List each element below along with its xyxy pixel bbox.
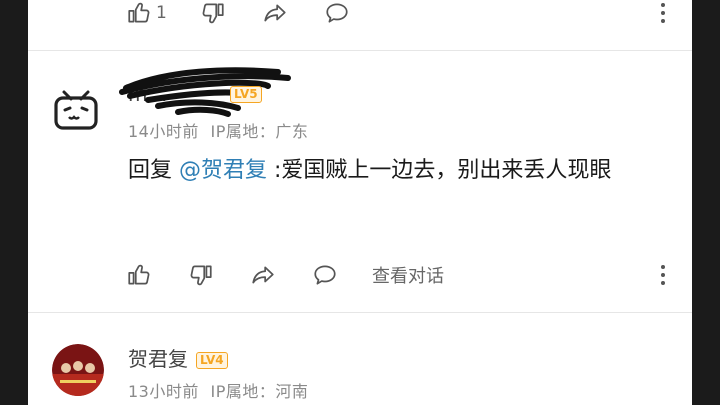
more-options-button[interactable]: [660, 258, 666, 292]
share-icon: [264, 4, 286, 22]
comment-time: 13小时前: [128, 382, 199, 401]
thumbs-up-icon: [128, 264, 150, 285]
share-icon: [252, 266, 274, 284]
comment-time: 14小时前: [128, 122, 199, 141]
commenter-name-text: 贺君复: [128, 347, 188, 371]
comment-ip: IP属地：广东: [210, 122, 309, 141]
vertical-dots-icon: [661, 265, 665, 285]
mention-link[interactable]: @贺君复: [179, 158, 267, 183]
like-button[interactable]: [126, 258, 152, 292]
dislike-button[interactable]: [188, 258, 214, 292]
comment-button[interactable]: [312, 258, 338, 292]
user-photo-icon: [52, 344, 104, 396]
view-conversation-label: 查看对话: [372, 266, 444, 287]
commenter-name[interactable]: 贺君复 LV4: [128, 343, 228, 372]
level-badge-partial: LV5: [230, 86, 262, 103]
view-conversation-link[interactable]: 查看对话: [372, 258, 444, 292]
speech-bubble-icon: [326, 3, 348, 23]
avatar[interactable]: [50, 84, 102, 136]
reply-prefix: 回复: [128, 158, 173, 183]
level-badge: LV4: [196, 352, 228, 369]
thumbs-down-icon: [202, 3, 224, 24]
dislike-button[interactable]: [200, 0, 226, 30]
thumbs-down-icon: [190, 265, 212, 286]
comment-ip: IP属地：河南: [210, 382, 309, 401]
vertical-dots-icon: [661, 3, 665, 23]
speech-bubble-icon: [314, 265, 336, 285]
like-count: 1: [156, 3, 167, 23]
tv-mascot-icon: [54, 90, 98, 130]
share-button[interactable]: [262, 0, 288, 30]
share-button[interactable]: [250, 258, 276, 292]
name-scribble: [119, 67, 291, 117]
comment-body: :爱国贼上一边去，别出来丢人现眼: [267, 158, 612, 183]
top-action-row: 1: [28, 0, 692, 30]
comment-meta: 14小时前 IP属地：广东: [128, 118, 308, 142]
thumbs-up-icon: [128, 2, 150, 23]
divider: [28, 50, 692, 51]
divider: [28, 312, 692, 313]
comment-text: 回复 @贺君复 :爱国贼上一边去，别出来丢人现眼: [128, 150, 648, 192]
more-options-button[interactable]: [660, 0, 666, 30]
like-button[interactable]: 1: [126, 0, 167, 30]
comment-meta: 13小时前 IP属地：河南: [128, 378, 308, 402]
avatar[interactable]: [52, 344, 104, 396]
comment-button[interactable]: [324, 0, 350, 30]
comment-action-row: 查看对话: [28, 258, 692, 292]
comment-panel: 1 m… LV5 14小时前 IP属地：广东 回复 @贺君复:爱国贼上一边去，…: [28, 0, 692, 405]
